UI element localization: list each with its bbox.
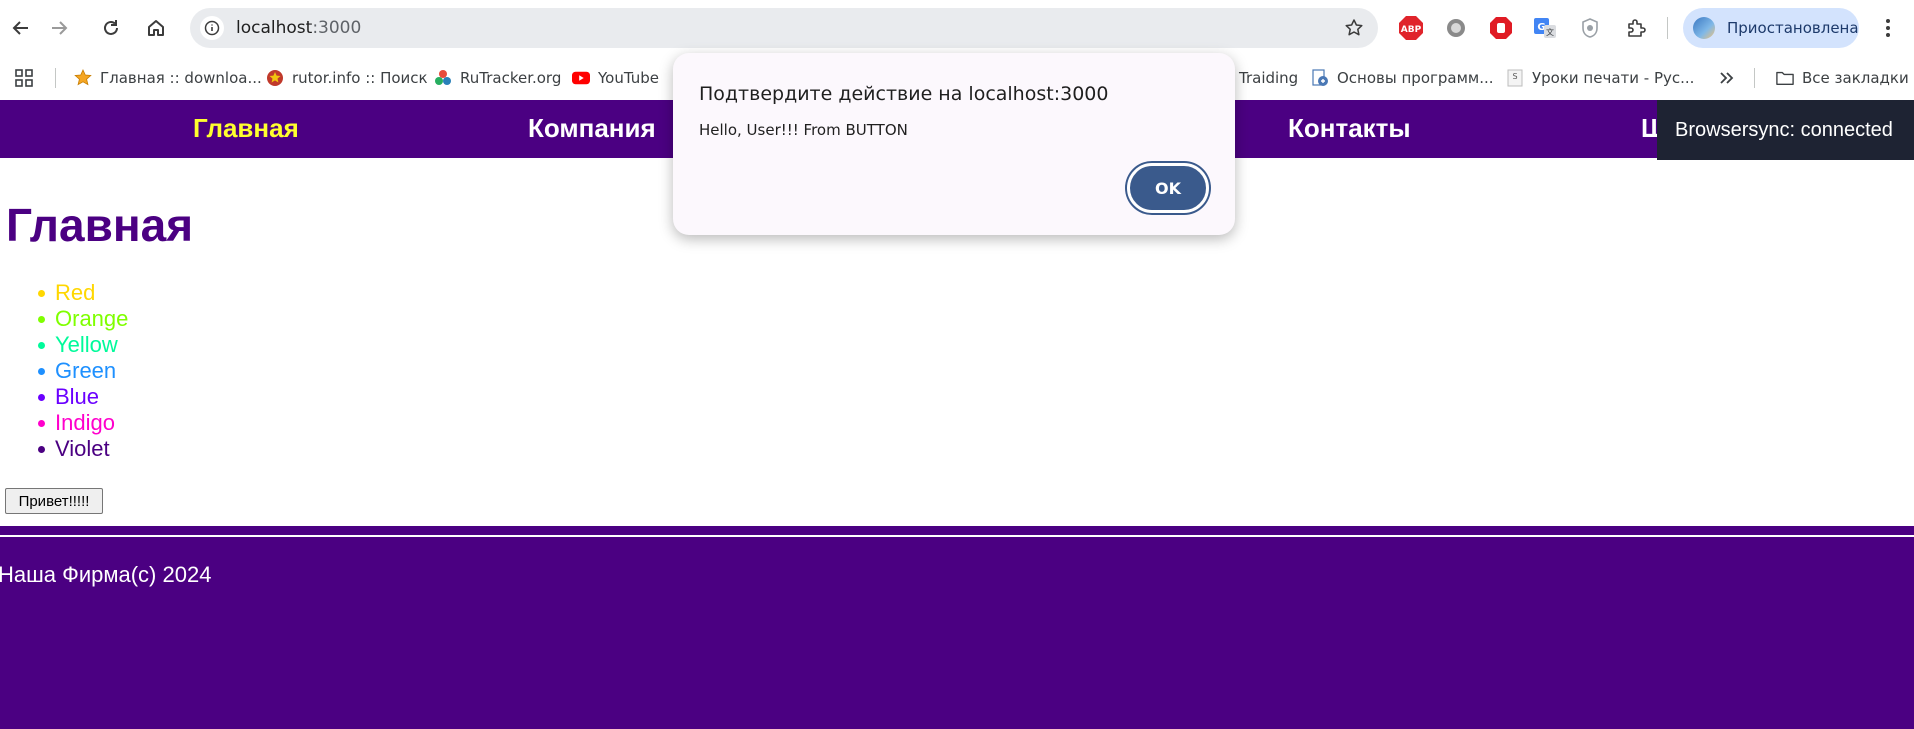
list-item-label: Indigo [55,410,115,435]
url-host: localhost [236,18,313,38]
bullet-icon [38,342,45,349]
bookmark-label: Главная :: downloa... [100,69,262,87]
footer: Наша Фирма(с) 2024 [0,526,1914,729]
page-title: Главная [6,199,194,251]
footer-copyright: Наша Фирма(с) 2024 [0,562,212,587]
nav-link-contacts[interactable]: Контакты [1288,113,1411,144]
rutracker-icon [434,69,452,87]
bullet-icon [38,316,45,323]
back-arrow-icon [12,21,28,35]
document-icon [1311,69,1329,87]
list-item-label: Orange [55,306,129,331]
folder-icon [1776,69,1794,87]
forward-button[interactable] [41,10,77,46]
browsersync-text: Browsersync: connected [1675,119,1893,141]
nav-link-company[interactable]: Компания [528,113,656,144]
bookmark-item[interactable]: YouTube [572,56,659,100]
list-item: Indigo [38,410,115,436]
list-item: Violet [38,436,110,462]
bookmark-item[interactable]: Traiding [1239,56,1298,100]
bullet-icon [38,368,45,375]
home-icon [148,20,164,36]
address-bar[interactable]: localhost:3000 [190,8,1378,48]
bookmark-label: Основы программ... [1337,69,1494,87]
bookmark-item[interactable]: RuTracker.org [434,56,561,100]
home-button[interactable] [138,10,174,46]
dialog-message: Hello, User!!! From BUTTON [699,121,908,139]
toolbar-divider [1667,17,1668,39]
bookmark-divider [55,68,56,88]
list-item: Yellow [38,332,118,358]
apps-grid-icon [15,69,33,87]
puzzle-icon[interactable] [1622,14,1650,42]
list-item-label: Blue [55,384,100,409]
kebab-menu-icon[interactable] [1874,12,1902,44]
nav-link-home[interactable]: Главная [193,113,299,144]
adblock-plus-icon[interactable]: ABP [1397,14,1425,42]
list-item-label: Yellow [55,332,118,357]
svg-text:文: 文 [1546,27,1554,37]
forward-arrow-icon [52,21,68,35]
browser-toolbar: localhost:3000 ABP G文 Приостановлена [0,0,1914,56]
footer-divider [0,535,1914,537]
shield-extension-icon[interactable] [1576,14,1604,42]
ok-button[interactable]: OK [1127,163,1209,213]
list-item: Red [38,280,96,306]
list-item: Blue [38,384,100,410]
bookmark-star-icon[interactable] [1344,18,1364,38]
bookmark-item[interactable]: rutor.info :: Поиск [266,56,428,100]
bookmark-label: Уроки печати - Рус... [1532,69,1695,87]
avatar [1693,17,1715,39]
stop-hand-icon[interactable] [1487,14,1515,42]
reload-icon [104,20,118,35]
bookmark-item[interactable]: Основы программ... [1311,56,1494,100]
circle-extension-icon[interactable] [1442,14,1470,42]
bullet-icon [38,420,45,427]
browsersync-notification: Browsersync: connected [1657,100,1914,160]
bookmark-item[interactable]: S Уроки печати - Рус... [1506,56,1694,100]
reload-button[interactable] [93,10,129,46]
list-item-label: Green [55,358,117,383]
bookmark-label: rutor.info :: Поиск [292,69,428,87]
bookmark-item[interactable]: Главная :: downloa... [74,56,262,100]
bookmark-divider [1754,68,1755,88]
svg-text:ABP: ABP [1401,25,1422,35]
bookmark-label: YouTube [598,69,659,87]
site-info-icon[interactable] [200,16,224,40]
youtube-icon [572,69,590,87]
back-button[interactable] [3,10,39,46]
chevron-double-right-icon [1720,72,1734,84]
all-bookmarks-button[interactable]: Все закладки [1776,56,1909,100]
more-bookmarks-button[interactable] [1718,56,1734,100]
list-item-label: Red [55,280,96,305]
bookmark-label: Traiding [1239,69,1299,87]
bullet-icon [38,446,45,453]
list-item-label: Violet [55,436,110,461]
confirm-dialog: Подтвердите действие на localhost:3000 H… [673,53,1235,235]
profile-status: Приостановлена [1727,19,1859,37]
apps-button[interactable] [14,56,34,100]
profile-button[interactable]: Приостановлена [1683,8,1859,48]
list-item: Orange [38,306,129,332]
rutor-icon [266,69,284,87]
all-bookmarks-label: Все закладки [1802,69,1909,87]
bullet-icon [38,394,45,401]
dialog-title: Подтвердите действие на localhost:3000 [699,83,1109,105]
bullet-icon [38,290,45,297]
bookmark-label: RuTracker.org [460,69,562,87]
s-icon: S [1506,69,1524,87]
url-text[interactable]: localhost:3000 [236,18,361,38]
svg-text:S: S [1512,72,1517,81]
google-translate-icon[interactable]: G文 [1531,14,1559,42]
list-item: Green [38,358,117,384]
star-icon [74,69,92,87]
hello-button[interactable]: Привет!!!!! [5,488,103,514]
url-port: :3000 [312,18,362,38]
